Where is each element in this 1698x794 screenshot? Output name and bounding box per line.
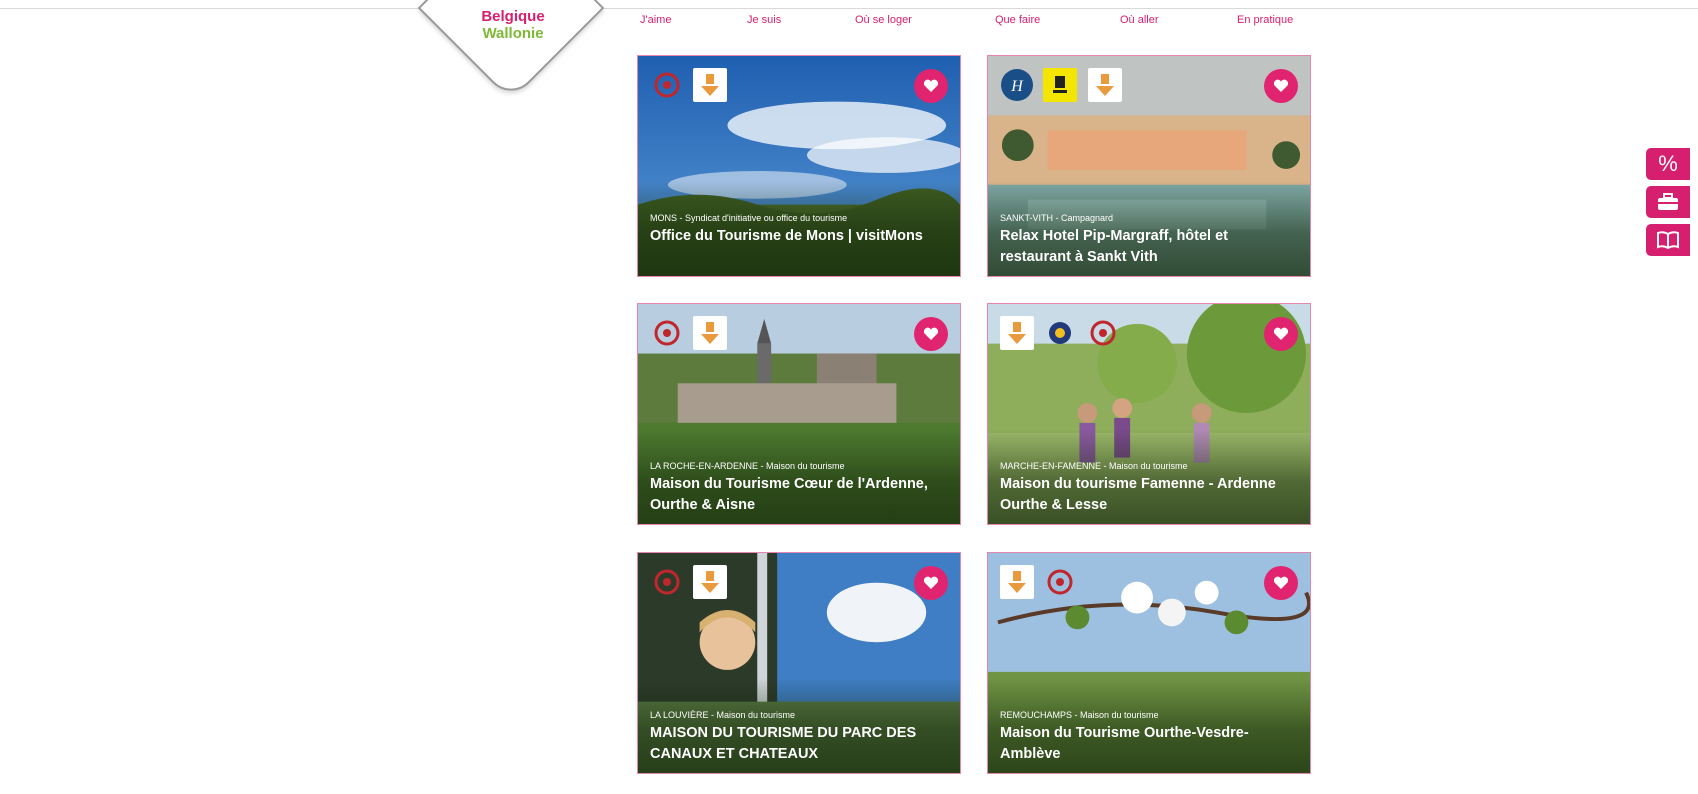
nav-que-faire[interactable]: Que faire (995, 14, 1040, 26)
promotions-button[interactable]: % (1646, 148, 1690, 180)
card-subtitle: MARCHE-EN-FAMENNE - Maison du tourisme (1000, 461, 1188, 471)
suitcase-icon (1658, 193, 1678, 210)
label-badge-icon (1086, 316, 1120, 350)
percent-icon: % (1658, 151, 1678, 176)
quality-label-icon (693, 565, 727, 599)
card-title[interactable]: MAISON DU TOURISME DU PARC DES CANAUX ET… (650, 723, 946, 765)
label-badge-icon (650, 316, 684, 350)
nav-ou-se-loger[interactable]: Où se loger (855, 14, 912, 26)
card-subtitle: LA LOUVIÈRE - Maison du tourisme (650, 710, 796, 720)
quality-label-icon (693, 316, 727, 350)
card-la-louviere[interactable]: LA LOUVIÈRE - Maison du tourisme MAISON … (637, 552, 961, 774)
book-icon (1657, 231, 1679, 249)
favorite-heart-icon[interactable] (914, 566, 948, 600)
hotel-rating-icon: H (1000, 68, 1034, 102)
quality-label-icon (1000, 316, 1034, 350)
quality-label-icon (693, 68, 727, 102)
card-title[interactable]: Maison du Tourisme Cœur de l'Ardenne, Ou… (650, 474, 946, 516)
card-subtitle: REMOUCHAMPS - Maison du tourisme (1000, 710, 1159, 720)
card-la-roche[interactable]: LA ROCHE-EN-ARDENNE - Maison du tourisme… (637, 303, 961, 525)
label-badge-icon (650, 68, 684, 102)
logo-line1: Belgique (481, 8, 545, 25)
nav-en-pratique[interactable]: En pratique (1237, 14, 1293, 26)
quality-label-icon (1088, 68, 1122, 102)
favorite-heart-icon[interactable] (1264, 317, 1298, 351)
card-marche-en-famenne[interactable]: MARCHE-EN-FAMENNE - Maison du tourisme M… (987, 303, 1311, 525)
header-divider (0, 8, 1698, 9)
nav-jaime[interactable]: J'aime (640, 14, 671, 26)
card-sankt-vith[interactable]: H SANKT-VITH - Campagnard Relax Hotel Pi… (987, 55, 1311, 277)
card-subtitle: SANKT-VITH - Campagnard (1000, 213, 1114, 223)
favorite-heart-icon[interactable] (914, 317, 948, 351)
card-title[interactable]: Office du Tourisme de Mons | visitMons (650, 226, 946, 247)
logo[interactable]: Belgique Wallonie (470, 8, 556, 42)
main-nav: J'aime Je suis Où se loger Que faire Où … (640, 14, 1315, 30)
card-subtitle: MONS - Syndicat d'initiative ou office d… (650, 213, 848, 223)
card-mons[interactable]: MONS - Syndicat d'initiative ou office d… (637, 55, 961, 277)
card-remouchamps[interactable]: REMOUCHAMPS - Maison du tourisme Maison … (987, 552, 1311, 774)
brochure-button[interactable] (1646, 224, 1690, 256)
label-badge-icon (650, 565, 684, 599)
label-badge-icon (1043, 565, 1077, 599)
card-subtitle: LA ROCHE-EN-ARDENNE - Maison du tourisme (650, 461, 845, 471)
logis-label-icon (1043, 68, 1077, 102)
card-title[interactable]: Maison du tourisme Famenne - Ardenne Our… (1000, 474, 1296, 516)
svg-text:H: H (1010, 78, 1024, 95)
bike-friendly-icon (1043, 316, 1077, 350)
logo-line2: Wallonie (482, 25, 544, 42)
card-title[interactable]: Maison du Tourisme Ourthe-Vesdre-Amblève (1000, 723, 1296, 765)
favorite-heart-icon[interactable] (1264, 69, 1298, 103)
card-title[interactable]: Relax Hotel Pip-Margraff, hôtel et resta… (1000, 226, 1296, 268)
favorite-heart-icon[interactable] (914, 69, 948, 103)
quality-label-icon (1000, 565, 1034, 599)
nav-je-suis[interactable]: Je suis (747, 14, 781, 26)
travel-button[interactable] (1646, 186, 1690, 218)
nav-ou-aller[interactable]: Où aller (1120, 14, 1159, 26)
favorite-heart-icon[interactable] (1264, 566, 1298, 600)
